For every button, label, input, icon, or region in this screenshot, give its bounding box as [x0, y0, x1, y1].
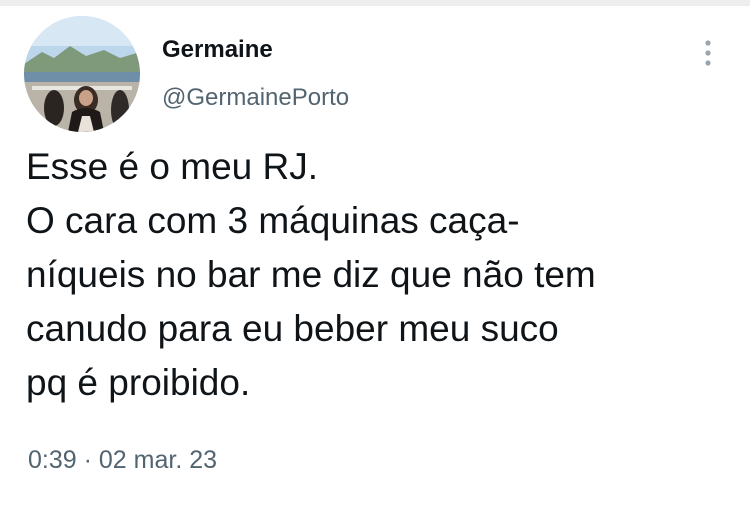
tweet-text: Esse é o meu RJ. O cara com 3 máquinas c… — [26, 140, 736, 410]
display-name[interactable]: Germaine — [162, 36, 273, 64]
tweet-card: Germaine @GermainePorto Esse é o meu RJ.… — [0, 0, 750, 509]
tweet-text-line: O cara com 3 máquinas caça- — [26, 200, 520, 241]
tweet-text-line: Esse é o meu RJ. — [26, 146, 319, 187]
avatar-photo — [24, 16, 140, 132]
tweet-text-line: níqueis no bar me diz que não tem — [26, 254, 596, 295]
user-handle[interactable]: @GermainePorto — [162, 84, 349, 112]
tweet-time: 0:39 — [28, 446, 77, 474]
tweet-date: 02 mar. 23 — [98, 446, 218, 474]
tweet-timestamp[interactable]: 0:39 · 02 mar. 23 — [28, 446, 217, 475]
tweet-text-line: pq é proibido. — [26, 362, 251, 403]
meta-separator: · — [83, 446, 92, 474]
avatar[interactable] — [24, 16, 140, 132]
top-divider — [0, 0, 750, 6]
tweet-text-line: canudo para eu beber meu suco — [26, 308, 559, 349]
more-options-icon[interactable] — [696, 36, 720, 70]
